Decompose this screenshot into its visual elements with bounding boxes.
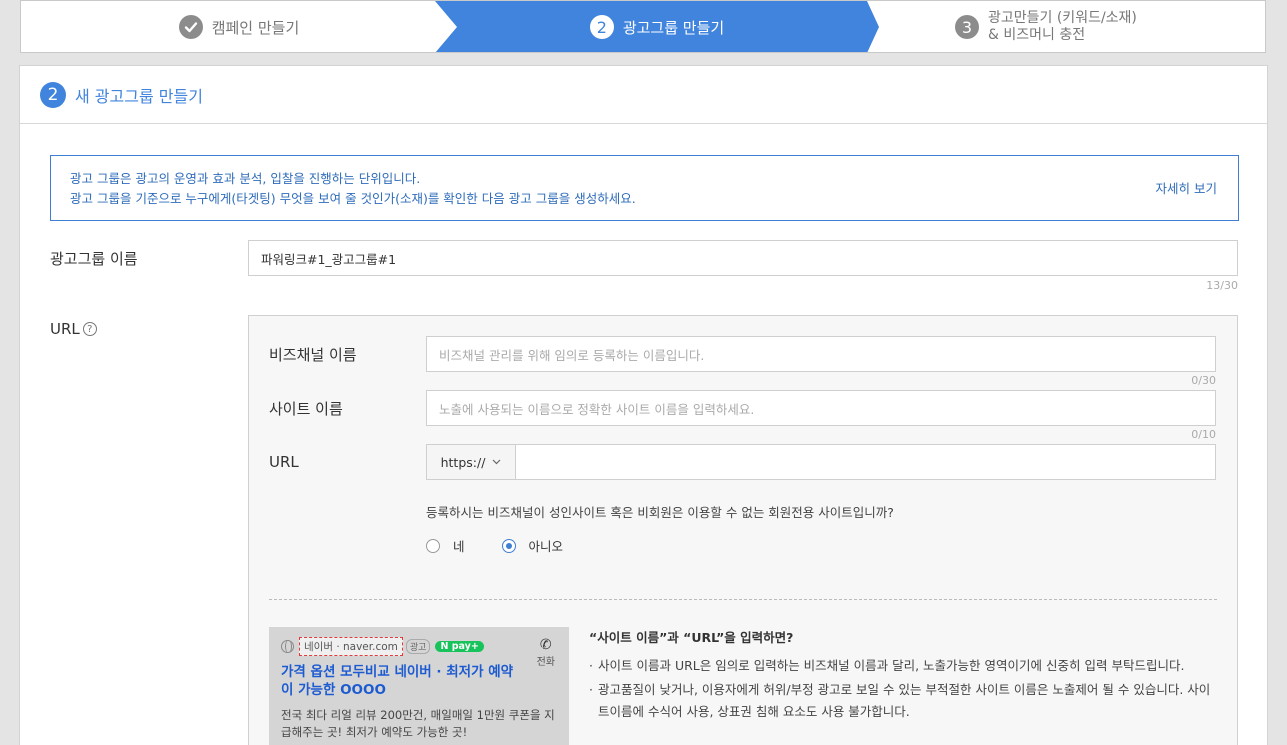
ad-badge: 광고 (405, 639, 431, 654)
option-no[interactable]: 아니오 (501, 536, 564, 555)
info-notice: 광고 그룹은 광고의 운영과 효과 분석, 입찰을 진행하는 단위입니다. 광고… (50, 155, 1239, 221)
adgroup-form-panel: 2 새 광고그룹 만들기 광고 그룹은 광고의 운영과 효과 분석, 입찰을 진… (19, 65, 1268, 745)
chevron-down-icon (492, 457, 501, 468)
biz-channel-label: 비즈채널 이름 (269, 346, 357, 364)
option-yes-label: 네 (453, 539, 465, 554)
globe-icon (281, 640, 294, 653)
more-info-link[interactable]: 자세히 보기 (1156, 179, 1217, 199)
guide-bullet: · 광고품질이 낮거나, 이용자에게 허위/부정 광고로 보일 수 있는 부적절한… (589, 679, 1219, 723)
guide-heading: “사이트 이름”과 “URL”을 입력하면? (589, 630, 794, 645)
radio-yes[interactable] (426, 538, 440, 553)
preview-title: 가격 옵션 모두비교 네이버 · 최저가 예약이 가능한 OOOO (281, 664, 514, 698)
notice-line2: 광고 그룹을 기준으로 누구에게(타겟팅) 무엇을 보여 줄 것인가(소재)를 … (70, 191, 636, 206)
adgroup-name-label: 광고그룹 이름 (50, 250, 138, 268)
check-icon (178, 15, 203, 39)
guide-bullet-text: 광고품질이 낮거나, 이용자에게 허위/부정 광고로 보일 수 있는 부적절한 … (598, 682, 1211, 719)
biz-channel-input[interactable]: 비즈채널 관리를 위해 임의로 등록하는 이름입니다. (426, 336, 1216, 372)
biz-channel-box: 비즈채널 이름 비즈채널 관리를 위해 임의로 등록하는 이름입니다. 0/30… (248, 315, 1238, 745)
adult-site-options: 네 아니오 (426, 536, 600, 555)
radio-no[interactable] (501, 538, 516, 553)
adgroup-name-input[interactable]: 파워링크#1_광고그룹#1 (248, 240, 1238, 276)
panel-title: 새 광고그룹 만들기 (75, 86, 203, 106)
step-campaign: 캠페인 만들기 (21, 1, 457, 52)
phone-icon: ✆ (539, 637, 552, 653)
adgroup-name-counter: 13/30 (1206, 279, 1238, 292)
ad-preview-header: 네이버 · naver.com 광고 N pay+ (281, 637, 557, 656)
url-section-label: URL ? (50, 320, 97, 338)
url-guide: “사이트 이름”과 “URL”을 입력하면? · 사이트 이름과 URL은 임의로… (589, 627, 1219, 723)
step-label: 캠페인 만들기 (211, 18, 300, 37)
npay-badge: N pay+ (435, 641, 484, 652)
ad-preview-image: 네이버 · naver.com 광고 N pay+ ✆ 전화 가격 옵션 모두비… (269, 627, 569, 745)
preview-description: 전국 최다 리얼 리뷰 200만건, 매일매일 1만원 쿠폰을 지급해주는 곳!… (281, 708, 555, 739)
step-number: 3 (955, 15, 979, 39)
site-name-input[interactable]: 노출에 사용되는 이름으로 정확한 사이트 이름을 입력하세요. (426, 390, 1216, 426)
site-name-counter: 0/10 (1191, 428, 1216, 441)
guide-bullet: · 사이트 이름과 URL은 임의로 입력하는 비즈채널 이름과 달리, 노출가능… (589, 655, 1219, 677)
notice-line1: 광고 그룹은 광고의 운영과 효과 분석, 입찰을 진행하는 단위입니다. (70, 171, 421, 186)
biz-channel-counter: 0/30 (1191, 374, 1216, 387)
section-number: 2 (40, 81, 66, 108)
help-icon[interactable]: ? (82, 322, 97, 336)
step-adgroup-active: 2 광고그룹 만들기 (435, 1, 879, 52)
step-label-line1: 광고만들기 (키워드/소재) (988, 10, 1137, 26)
option-yes[interactable]: 네 (426, 536, 465, 555)
url-label-text: URL (50, 320, 80, 338)
progress-stepper: 캠페인 만들기 2 광고그룹 만들기 3 광고만들기 (키워드/소재) & 비즈… (20, 0, 1266, 53)
protocol-value: https:// (440, 454, 486, 470)
url-input[interactable] (515, 444, 1216, 480)
option-no-label: 아니오 (528, 539, 564, 554)
adult-site-question: 등록하시는 비즈채널이 성인사이트 혹은 비회원은 이용할 수 없는 회원전용 … (426, 505, 894, 520)
step-ad-create: 3 광고만들기 (키워드/소재) & 비즈머니 충전 (879, 1, 1265, 52)
guide-bullet-text: 사이트 이름과 URL은 임의로 입력하는 비즈채널 이름과 달리, 노출가능한… (598, 658, 1185, 673)
panel-header: 2 새 광고그룹 만들기 (20, 66, 1267, 124)
site-name-label: 사이트 이름 (269, 400, 343, 418)
phone-button: ✆ 전화 (537, 637, 555, 668)
url-label: URL (269, 453, 299, 471)
phone-label: 전화 (536, 657, 555, 668)
step-label: 광고그룹 만들기 (622, 18, 725, 37)
step-label-line2: & 비즈머니 충전 (988, 27, 1086, 43)
step-number: 2 (589, 15, 614, 39)
preview-site: 네이버 · naver.com (299, 637, 403, 656)
protocol-select[interactable]: https:// (426, 444, 516, 480)
dashed-divider (269, 599, 1217, 600)
